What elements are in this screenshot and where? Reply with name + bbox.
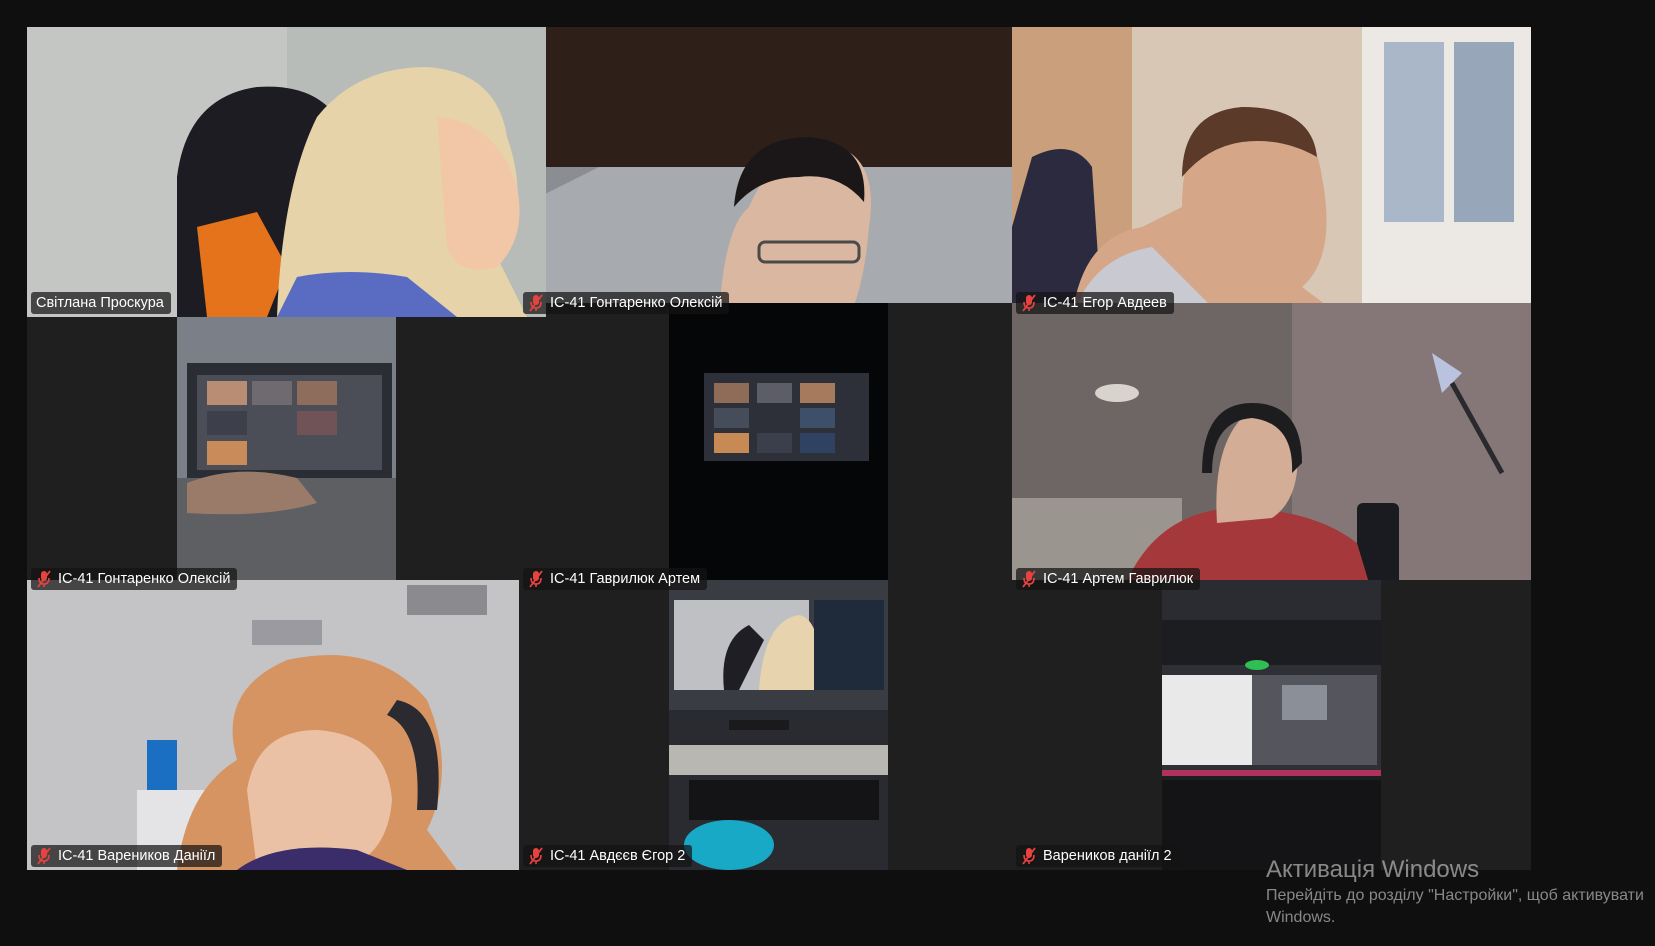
video-tile[interactable]: ІС-41 Гаврилюк Артем <box>519 303 1038 593</box>
participant-name-tag: Світлана Проскура <box>31 292 171 314</box>
mic-off-icon <box>529 294 543 312</box>
participant-video <box>177 303 396 593</box>
mic-off-icon <box>529 847 543 865</box>
participant-name: ІС-41 Гонтаренко Олексій <box>58 571 231 587</box>
video-tile[interactable]: ІС-41 Авдєєв Єгор 2 <box>519 580 1038 870</box>
participant-video <box>27 27 546 317</box>
participant-name: ІС-41 Егор Авдеев <box>1043 295 1167 311</box>
mic-off-icon <box>529 570 543 588</box>
participant-name-tag: ІС-41 Гонтаренко Олексій <box>523 292 730 314</box>
participant-name: Вареников даніїл 2 <box>1043 848 1172 864</box>
participant-name: ІС-41 Гаврилюк Артем <box>550 571 701 587</box>
mic-off-icon <box>37 570 51 588</box>
participant-name-tag: ІС-41 Егор Авдеев <box>1016 292 1174 314</box>
participant-name: Світлана Проскура <box>36 295 164 311</box>
mic-off-icon <box>1022 294 1036 312</box>
video-grid: Світлана Проскура ІС-41 Гонтаренко Олекс… <box>27 27 1589 903</box>
video-tile[interactable]: Світлана Проскура <box>27 27 546 317</box>
participant-name: ІС-41 Артем Гаврилюк <box>1043 571 1194 587</box>
participant-video <box>27 580 546 870</box>
participant-video <box>669 580 888 870</box>
participant-video <box>669 303 888 593</box>
participant-video <box>1012 303 1531 593</box>
activation-line-2: Windows. <box>1266 909 1336 926</box>
video-tile[interactable]: Вареников даніїл 2 <box>1012 580 1531 870</box>
participant-name: ІС-41 Гонтаренко Олексій <box>550 295 723 311</box>
mic-off-icon <box>1022 847 1036 865</box>
participant-name: ІС-41 Авдєєв Єгор 2 <box>550 848 686 864</box>
video-tile[interactable]: ІС-41 Егор Авдеев <box>1012 27 1531 317</box>
participant-name-tag: ІС-41 Гонтаренко Олексій <box>31 568 238 590</box>
participant-video <box>1012 27 1531 317</box>
video-tile[interactable]: ІС-41 Гонтаренко Олексій <box>27 303 546 593</box>
participant-name-tag: ІС-41 Артем Гаврилюк <box>1016 568 1201 590</box>
mic-off-icon <box>37 847 51 865</box>
mic-off-icon <box>1022 570 1036 588</box>
video-tile[interactable]: ІС-41 Артем Гаврилюк <box>1012 303 1531 593</box>
participant-name-tag: ІС-41 Вареников Даніїл <box>31 845 223 867</box>
participant-name-tag: ІС-41 Гаврилюк Артем <box>523 568 708 590</box>
participant-name-tag: Вареников даніїл 2 <box>1016 845 1179 867</box>
participant-name-tag: ІС-41 Авдєєв Єгор 2 <box>523 845 693 867</box>
participant-video <box>519 27 1038 317</box>
video-tile[interactable]: ІС-41 Вареников Даніїл <box>27 580 546 870</box>
participant-video <box>1162 580 1381 870</box>
participant-name: ІС-41 Вареников Даніїл <box>58 848 216 864</box>
video-tile[interactable]: ІС-41 Гонтаренко Олексій <box>519 27 1038 317</box>
